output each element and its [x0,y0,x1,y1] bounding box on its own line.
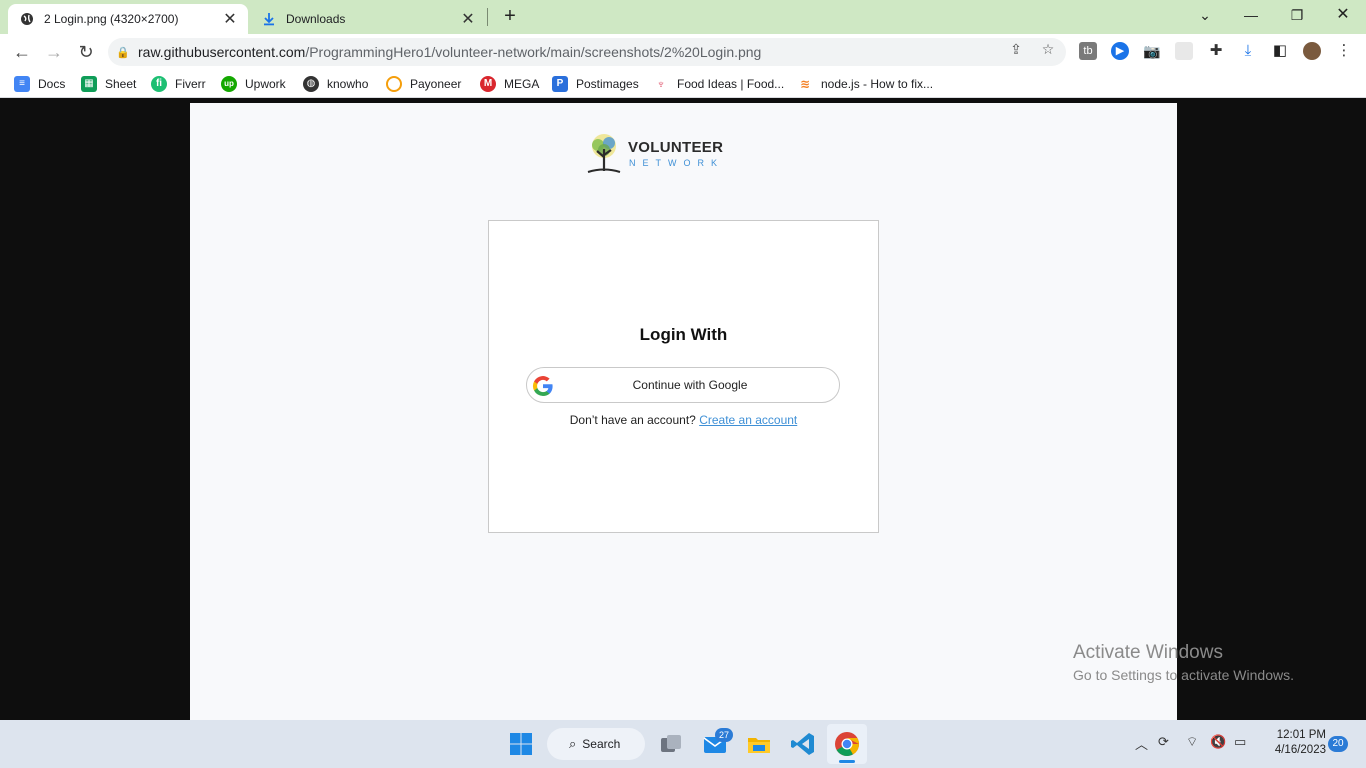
windows-taskbar: ⌕ Search 27 ︿ ⟳ ⌔ 🔇 ▭ 12:01 PM 4/16/2023… [0,720,1366,768]
more-menu-icon[interactable]: ⋮ [1335,42,1353,60]
browser-toolbar: ← → ↻ 🔒 raw.githubusercontent.com/Progra… [0,34,1366,70]
close-tab-icon[interactable]: ✕ [222,9,238,29]
taskbar-search-label: Search [582,737,621,751]
extension-tb-icon[interactable]: tb [1079,42,1097,60]
taskbar-clock[interactable]: 12:01 PM 4/16/2023 [1262,728,1326,758]
side-panel-icon[interactable]: ◧ [1271,42,1289,60]
profile-avatar[interactable] [1303,42,1321,60]
chrome-icon [835,732,859,757]
search-icon: ⌕ [569,736,577,751]
login-card: Login With Continue with Google Don’t ha… [488,220,879,533]
reload-button[interactable]: ↻ [74,40,98,64]
no-account-text: Don’t have an account? [569,413,696,427]
bookmark-upwork[interactable]: up Upwork [221,75,286,93]
tab-login-png[interactable]: 2 Login.png (4320×2700) ✕ [8,4,248,34]
address-bar[interactable]: 🔒 raw.githubusercontent.com/ProgrammingH… [108,38,1066,66]
vscode-icon[interactable] [789,730,817,758]
volunteer-network-logo: VOLUNTEER NETWORK [584,131,726,177]
wifi-icon[interactable]: ⌔ [1186,734,1198,750]
signup-prompt: Don’t have an account? Create an account [489,413,878,427]
clock-date: 4/16/2023 [1274,744,1326,756]
flamingo-icon: ♆ [653,76,669,92]
watermark-title: Activate Windows [1073,642,1223,663]
docs-icon: ≡ [14,76,30,92]
extension-grid-icon[interactable] [1175,42,1193,60]
payoneer-icon [386,76,402,92]
new-tab-button[interactable]: + [498,5,522,29]
create-account-link[interactable]: Create an account [699,413,797,427]
tab-separator [487,8,488,26]
downloads-icon[interactable]: ⤓ [1239,42,1257,60]
bookmarks-bar: ≡ Docs ▦ Sheet fi Fiverr up Upwork ◍ knowho P… [0,70,1366,98]
sheets-icon: ▦ [81,76,97,92]
activate-windows-watermark: Activate Windows Go to Settings to activ… [1073,642,1294,683]
bookmark-docs[interactable]: ≡ Docs [14,75,65,93]
speaker-muted-icon[interactable]: 🔇 [1210,734,1226,750]
camera-icon[interactable]: 📷 [1143,42,1161,60]
tray-overflow-chevron-icon[interactable]: ︿ [1135,734,1148,753]
taskbar-search-button[interactable]: ⌕ Search [547,728,645,760]
share-icon[interactable]: ⇪ [1007,40,1025,58]
active-app-indicator [839,760,855,763]
close-tab-icon[interactable]: ✕ [460,9,476,29]
task-view-icon[interactable] [657,730,685,758]
mega-icon: M [480,76,496,92]
mail-badge: 27 [715,728,733,742]
lock-icon: 🔒 [116,46,130,59]
tab-search-chevron-icon[interactable]: ⌄ [1193,4,1217,26]
continue-with-google-button[interactable]: Continue with Google [526,367,840,403]
battery-icon[interactable]: ▭ [1234,734,1246,750]
tab-title: Downloads [286,12,346,26]
file-explorer-icon[interactable] [745,730,773,758]
postimages-icon: P [552,76,568,92]
globe-icon: ◍ [303,76,319,92]
bookmark-food-ideas[interactable]: ♆ Food Ideas | Food... [653,75,784,93]
fiverr-icon: fi [151,76,167,92]
bookmark-payoneer[interactable]: Payoneer [386,75,461,93]
chrome-taskbar-button[interactable] [827,724,867,764]
screenshot-image: VOLUNTEER NETWORK Login With Continue wi… [190,103,1177,720]
minimize-button[interactable]: — [1239,4,1263,26]
restore-button[interactable]: ❐ [1285,4,1309,26]
bookmark-fiverr[interactable]: fi Fiverr [151,75,206,93]
bookmark-star-icon[interactable]: ☆ [1039,40,1057,58]
bookmark-nodejs[interactable]: ≋ node.js - How to fix... [797,75,933,93]
brand-name: VOLUNTEER [628,139,724,156]
extension-play-icon[interactable]: ▶ [1111,42,1129,60]
bookmark-knowho[interactable]: ◍ knowho [303,75,368,93]
google-button-label: Continue with Google [632,378,748,392]
brand-subtitle: NETWORK [629,158,724,168]
sync-icon[interactable]: ⟳ [1158,734,1169,750]
tree-logo-icon [587,134,621,173]
login-heading: Login With [639,325,728,344]
tab-strip: 2 Login.png (4320×2700) ✕ Downloads ✕ + … [0,0,1366,34]
watermark-subtitle: Go to Settings to activate Windows. [1073,667,1294,683]
windows-start-icon[interactable] [507,730,535,758]
bookmark-postimages[interactable]: P Postimages [552,75,639,93]
extensions-puzzle-icon[interactable]: ✚ [1207,42,1225,60]
bookmark-sheet[interactable]: ▦ Sheet [81,75,136,93]
forward-button[interactable]: → [42,40,66,64]
download-icon [264,13,274,26]
tab-downloads[interactable]: Downloads ✕ [250,4,486,34]
clock-time: 12:01 PM [1276,729,1326,741]
url-path: /ProgrammingHero1/volunteer-network/main… [305,44,762,60]
close-window-button[interactable]: ✕ [1331,4,1355,26]
page-viewport: VOLUNTEER NETWORK Login With Continue wi… [0,103,1366,720]
globe-icon [21,13,33,25]
notification-badge[interactable]: 20 [1328,736,1348,752]
stackoverflow-icon: ≋ [797,76,813,92]
upwork-icon: up [221,76,237,92]
back-button[interactable]: ← [10,40,34,64]
bookmark-mega[interactable]: M MEGA [480,75,539,93]
tab-title: 2 Login.png (4320×2700) [44,12,179,26]
url-host: raw.githubusercontent.com [138,44,306,60]
